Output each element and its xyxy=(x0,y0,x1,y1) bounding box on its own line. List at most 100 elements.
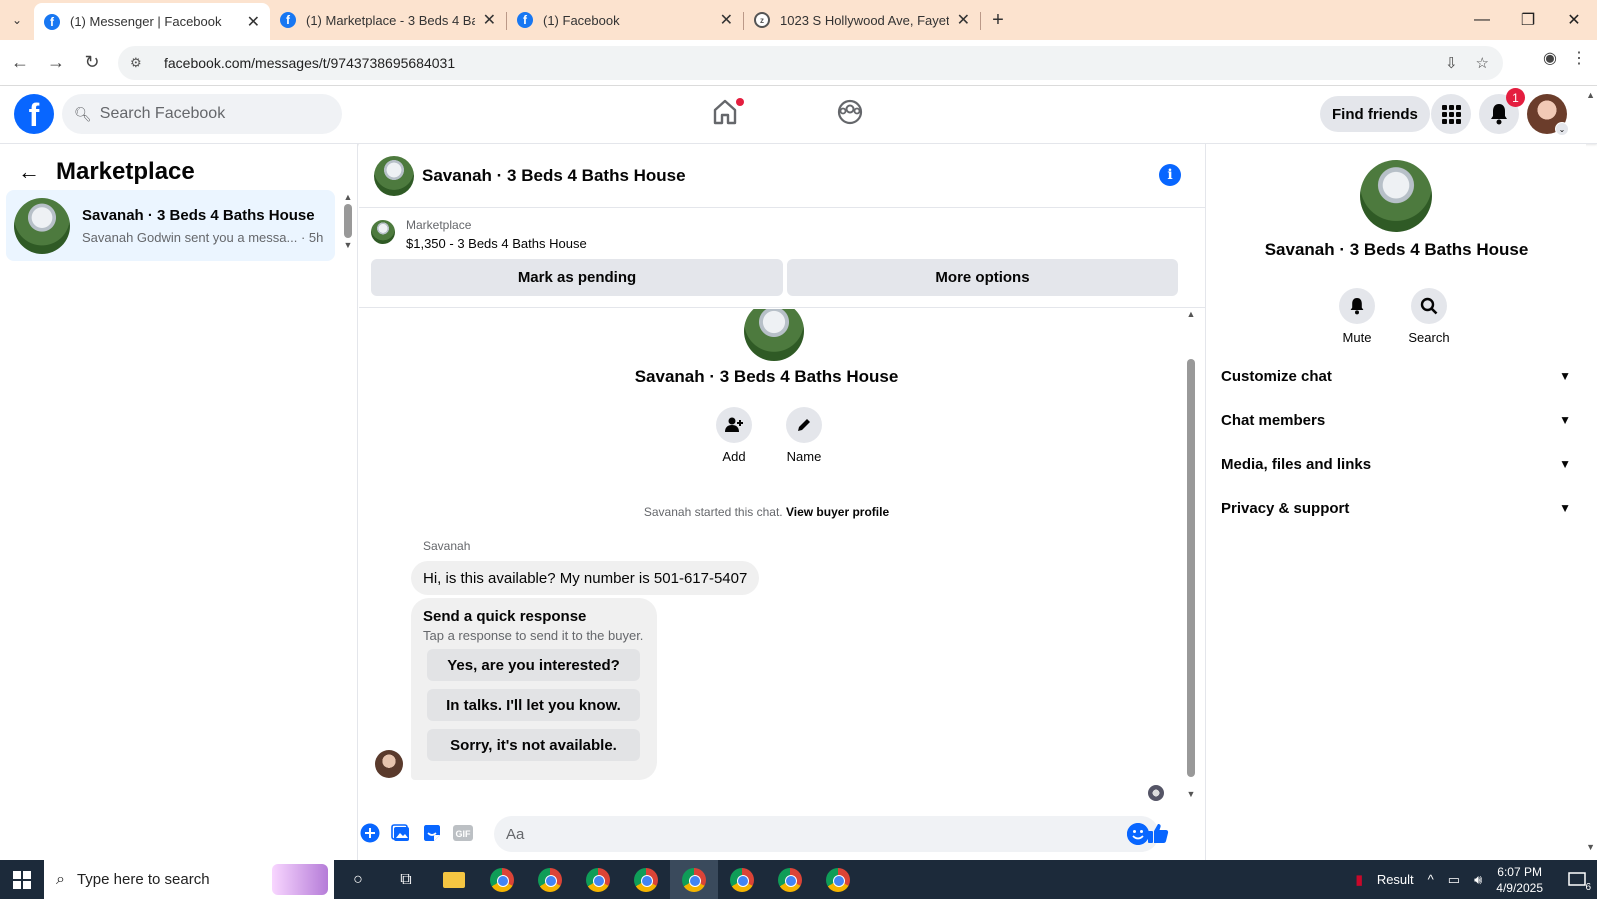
search-chat-button[interactable]: Search xyxy=(1399,288,1459,345)
url-field[interactable]: ⚙ facebook.com/messages/t/97437386956840… xyxy=(118,46,1503,80)
site-settings-icon[interactable]: ⚙ xyxy=(130,55,152,71)
chat-title[interactable]: Savanah · 3 Beds 4 Baths House xyxy=(422,166,686,186)
restore-icon[interactable]: ❐ xyxy=(1505,0,1551,40)
view-buyer-profile-link[interactable]: View buyer profile xyxy=(786,505,889,519)
tab-zillow[interactable]: z 1023 S Hollywood Ave, Fayettev ✕ xyxy=(744,3,980,37)
account-avatar[interactable]: ⌄ xyxy=(1527,94,1569,136)
action-center-icon[interactable]: 6 xyxy=(1557,860,1597,899)
chat-members-section[interactable]: Chat members ▼ xyxy=(1221,400,1577,440)
menu-grid-icon[interactable] xyxy=(1431,94,1471,134)
minimize-icon[interactable]: — xyxy=(1459,0,1505,40)
search-icon: 🔍︎ xyxy=(74,105,92,122)
back-arrow-icon[interactable]: ← xyxy=(18,159,40,185)
thumbs-up-icon[interactable] xyxy=(1147,822,1169,844)
quick-response-yes-button[interactable]: Yes, are you interested? xyxy=(427,649,640,681)
windows-taskbar: ⌕ Type here to search ○ ⧉ ▮ Result ^ ▭ 🔊… xyxy=(0,860,1597,899)
chrome-icon[interactable] xyxy=(670,860,718,899)
scrollbar-thumb[interactable] xyxy=(1187,359,1195,777)
mark-as-pending-button[interactable]: Mark as pending xyxy=(371,259,783,296)
scrollbar-thumb[interactable] xyxy=(344,204,352,238)
find-friends-button[interactable]: Find friends xyxy=(1320,96,1430,132)
chrome-icon[interactable] xyxy=(718,860,766,899)
cortana-icon[interactable]: ○ xyxy=(334,860,382,899)
chrome-icon[interactable] xyxy=(622,860,670,899)
notifications-bell-icon[interactable]: 1 xyxy=(1479,88,1525,134)
tab-facebook[interactable]: f (1) Facebook ✕ xyxy=(507,3,743,37)
taskbar-search-input[interactable]: ⌕ Type here to search xyxy=(44,860,334,899)
info-icon[interactable]: i xyxy=(1159,164,1181,186)
tab-marketplace[interactable]: f (1) Marketplace - 3 Beds 4 Bath ✕ xyxy=(270,3,506,37)
result-label[interactable]: Result xyxy=(1377,872,1414,887)
facebook-logo-icon[interactable]: f xyxy=(14,94,54,134)
conversation-item[interactable]: Savanah · 3 Beds 4 Baths House Savanah G… xyxy=(6,190,335,261)
scroll-up-icon[interactable]: ▲ xyxy=(341,192,355,202)
tab-messenger[interactable]: f (1) Messenger | Facebook ✕ xyxy=(34,3,270,40)
bookmark-star-icon[interactable]: ☆ xyxy=(1476,54,1489,72)
windows-start-icon[interactable] xyxy=(0,860,44,899)
message-thread: Savanah · 3 Beds 4 Baths House Add Name … xyxy=(359,309,1205,807)
close-icon[interactable]: ✕ xyxy=(720,10,733,30)
message-input[interactable]: Aa xyxy=(494,816,1159,852)
chrome-icon[interactable] xyxy=(478,860,526,899)
more-options-button[interactable]: More options xyxy=(787,259,1178,296)
scroll-up-icon[interactable]: ▲ xyxy=(1185,309,1197,319)
house-thumbnail[interactable] xyxy=(374,155,414,196)
scroll-down-icon[interactable]: ▼ xyxy=(341,240,355,250)
window-close-icon[interactable]: ✕ xyxy=(1551,0,1597,40)
listing-thumbnail[interactable] xyxy=(371,220,395,244)
chat-info-panel: Savanah · 3 Beds 4 Baths House Mute Sear… xyxy=(1205,144,1586,860)
plus-circle-icon[interactable] xyxy=(359,822,381,844)
emoji-icon[interactable] xyxy=(1127,823,1149,845)
install-app-icon[interactable]: ⇩ xyxy=(1445,54,1458,72)
name-chat-button[interactable]: Name xyxy=(774,407,834,464)
chrome-icon[interactable] xyxy=(814,860,862,899)
section-label: Media, files and links xyxy=(1221,455,1372,473)
scroll-down-icon[interactable]: ▼ xyxy=(1185,789,1197,799)
nba-icon[interactable]: ▮ xyxy=(1356,872,1363,888)
groups-icon[interactable] xyxy=(836,98,868,130)
chevron-up-icon[interactable]: ^ xyxy=(1428,872,1434,887)
sticker-icon[interactable] xyxy=(421,822,443,844)
chrome-icon[interactable] xyxy=(526,860,574,899)
network-icon[interactable]: ▭ xyxy=(1448,872,1460,888)
gif-icon[interactable]: GIF xyxy=(452,822,474,844)
quick-response-talks-button[interactable]: In talks. I'll let you know. xyxy=(427,689,640,721)
privacy-support-section[interactable]: Privacy & support ▼ xyxy=(1221,488,1577,528)
facebook-icon: f xyxy=(44,13,60,30)
mute-button[interactable]: Mute xyxy=(1327,288,1387,345)
chrome-icon[interactable] xyxy=(766,860,814,899)
add-people-button[interactable]: Add xyxy=(704,407,764,464)
chrome-icon[interactable] xyxy=(574,860,622,899)
listing-title[interactable]: $1,350 - 3 Beds 4 Baths House xyxy=(406,236,587,251)
page-scroll-down-icon[interactable]: ▼ xyxy=(1586,842,1595,852)
marketplace-listing-bar: Marketplace $1,350 - 3 Beds 4 Baths Hous… xyxy=(359,208,1205,308)
new-tab-icon[interactable]: + xyxy=(981,3,1015,37)
task-view-icon[interactable]: ⧉ xyxy=(382,860,430,899)
page-scroll-up-icon[interactable]: ▲ xyxy=(1586,90,1595,100)
clock[interactable]: 6:07 PM 4/9/2025 xyxy=(1496,864,1543,896)
quick-response-sorry-button[interactable]: Sorry, it's not available. xyxy=(427,729,640,761)
back-icon[interactable]: ← xyxy=(2,45,38,81)
message-bubble[interactable]: Hi, is this available? My number is 501-… xyxy=(411,561,760,595)
chat-scrollbar[interactable]: ▲ ▼ xyxy=(1185,309,1197,807)
customize-chat-section[interactable]: Customize chat ▼ xyxy=(1221,356,1577,396)
profile-icon[interactable]: ◉ xyxy=(1543,48,1557,68)
sender-avatar[interactable] xyxy=(375,750,403,778)
chat-started-note: Savanah started this chat. View buyer pr… xyxy=(359,505,1174,519)
forward-icon[interactable]: → xyxy=(38,45,74,81)
close-icon[interactable]: ✕ xyxy=(483,10,496,30)
file-explorer-icon[interactable] xyxy=(430,860,478,899)
close-icon[interactable]: ✕ xyxy=(247,12,260,32)
facebook-search-input[interactable]: 🔍︎ Search Facebook xyxy=(62,94,342,134)
photo-icon[interactable] xyxy=(390,822,412,844)
sidebar-scrollbar[interactable]: ▲ ▼ xyxy=(341,192,355,258)
media-files-links-section[interactable]: Media, files and links ▼ xyxy=(1221,444,1577,484)
reload-icon[interactable]: ↻ xyxy=(74,45,110,81)
tab-title: 1023 S Hollywood Ave, Fayettev xyxy=(780,12,949,28)
tab-search-chevron-icon[interactable]: ⌄ xyxy=(0,0,34,40)
action-center-count: 6 xyxy=(1585,882,1591,893)
browser-menu-icon[interactable]: ⋮ xyxy=(1571,48,1587,68)
close-icon[interactable]: ✕ xyxy=(957,10,970,30)
volume-icon[interactable]: 🔊︎ xyxy=(1474,872,1482,888)
home-icon[interactable] xyxy=(712,98,748,130)
